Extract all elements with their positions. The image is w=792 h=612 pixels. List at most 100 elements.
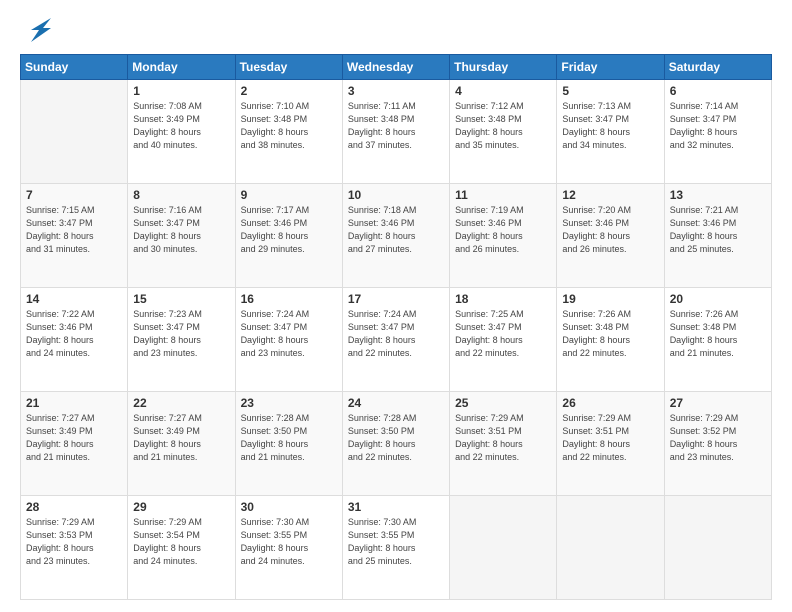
day-info: Sunrise: 7:19 AM Sunset: 3:46 PM Dayligh… [455,204,551,256]
day-info: Sunrise: 7:21 AM Sunset: 3:46 PM Dayligh… [670,204,766,256]
weekday-header-tuesday: Tuesday [235,55,342,80]
logo-icon [23,14,55,46]
day-number: 8 [133,188,229,202]
weekday-header-thursday: Thursday [450,55,557,80]
logo [20,18,55,46]
day-info: Sunrise: 7:27 AM Sunset: 3:49 PM Dayligh… [26,412,122,464]
calendar: SundayMondayTuesdayWednesdayThursdayFrid… [20,54,772,600]
calendar-cell: 17 Sunrise: 7:24 AM Sunset: 3:47 PM Dayli… [342,288,449,392]
day-number: 10 [348,188,444,202]
day-info: Sunrise: 7:16 AM Sunset: 3:47 PM Dayligh… [133,204,229,256]
day-number: 31 [348,500,444,514]
calendar-cell: 18Sunrise: 7:25 AM Sunset: 3:47 PM Dayli… [450,288,557,392]
day-number: 13 [670,188,766,202]
day-number: 29 [133,500,229,514]
week-row-2: 7Sunrise: 7:15 AM Sunset: 3:47 PM Daylig… [21,184,772,288]
calendar-cell: 19Sunrise: 7:26 AM Sunset: 3:48 PM Dayli… [557,288,664,392]
calendar-cell: 9Sunrise: 7:17 AM Sunset: 3:46 PM Daylig… [235,184,342,288]
calendar-cell: 11 Sunrise: 7:19 AM Sunset: 3:46 PM Dayli… [450,184,557,288]
day-number: 15 [133,292,229,306]
day-info: Sunrise: 7:18 AM Sunset: 3:46 PM Dayligh… [348,204,444,256]
calendar-cell: 28 Sunrise: 7:29 AM Sunset: 3:53 PM Dayli… [21,496,128,600]
calendar-cell: 3Sunrise: 7:11 AM Sunset: 3:48 PM Daylig… [342,80,449,184]
calendar-cell: 25Sunrise: 7:29 AM Sunset: 3:51 PM Dayli… [450,392,557,496]
calendar-cell: 16 Sunrise: 7:24 AM Sunset: 3:47 PM Dayli… [235,288,342,392]
day-info: Sunrise: 7:17 AM Sunset: 3:46 PM Dayligh… [241,204,337,256]
day-number: 22 [133,396,229,410]
calendar-cell [557,496,664,600]
day-number: 14 [26,292,122,306]
weekday-header-wednesday: Wednesday [342,55,449,80]
day-number: 16 [241,292,337,306]
day-info: Sunrise: 7:29 AM Sunset: 3:51 PM Dayligh… [562,412,658,464]
day-info: Sunrise: 7:29 AM Sunset: 3:52 PM Dayligh… [670,412,766,464]
day-number: 27 [670,396,766,410]
calendar-cell: 15 Sunrise: 7:23 AM Sunset: 3:47 PM Dayli… [128,288,235,392]
calendar-cell: 22 Sunrise: 7:27 AM Sunset: 3:49 PM Dayli… [128,392,235,496]
day-number: 21 [26,396,122,410]
day-number: 28 [26,500,122,514]
day-info: Sunrise: 7:30 AM Sunset: 3:55 PM Dayligh… [241,516,337,568]
calendar-cell: 20Sunrise: 7:26 AM Sunset: 3:48 PM Dayli… [664,288,771,392]
day-info: Sunrise: 7:12 AM Sunset: 3:48 PM Dayligh… [455,100,551,152]
week-row-5: 28 Sunrise: 7:29 AM Sunset: 3:53 PM Dayli… [21,496,772,600]
calendar-cell: 7Sunrise: 7:15 AM Sunset: 3:47 PM Daylig… [21,184,128,288]
day-info: Sunrise: 7:30 AM Sunset: 3:55 PM Dayligh… [348,516,444,568]
weekday-header-monday: Monday [128,55,235,80]
calendar-cell [664,496,771,600]
day-info: Sunrise: 7:24 AM Sunset: 3:47 PM Dayligh… [348,308,444,360]
calendar-cell: 26 Sunrise: 7:29 AM Sunset: 3:51 PM Dayli… [557,392,664,496]
calendar-cell: 27 Sunrise: 7:29 AM Sunset: 3:52 PM Dayli… [664,392,771,496]
day-number: 5 [562,84,658,98]
day-number: 18 [455,292,551,306]
day-info: Sunrise: 7:23 AM Sunset: 3:47 PM Dayligh… [133,308,229,360]
day-info: Sunrise: 7:28 AM Sunset: 3:50 PM Dayligh… [241,412,337,464]
calendar-cell: 30 Sunrise: 7:30 AM Sunset: 3:55 PM Dayli… [235,496,342,600]
header [20,18,772,46]
day-number: 23 [241,396,337,410]
day-info: Sunrise: 7:22 AM Sunset: 3:46 PM Dayligh… [26,308,122,360]
day-number: 24 [348,396,444,410]
calendar-cell: 1Sunrise: 7:08 AM Sunset: 3:49 PM Daylig… [128,80,235,184]
day-number: 11 [455,188,551,202]
calendar-cell: 6 Sunrise: 7:14 AM Sunset: 3:47 PM Daylig… [664,80,771,184]
week-row-4: 21 Sunrise: 7:27 AM Sunset: 3:49 PM Dayli… [21,392,772,496]
day-number: 26 [562,396,658,410]
calendar-cell: 23 Sunrise: 7:28 AM Sunset: 3:50 PM Dayli… [235,392,342,496]
day-info: Sunrise: 7:29 AM Sunset: 3:53 PM Dayligh… [26,516,122,568]
calendar-cell: 8 Sunrise: 7:16 AM Sunset: 3:47 PM Daylig… [128,184,235,288]
day-number: 19 [562,292,658,306]
page: SundayMondayTuesdayWednesdayThursdayFrid… [0,0,792,612]
day-info: Sunrise: 7:13 AM Sunset: 3:47 PM Dayligh… [562,100,658,152]
week-row-3: 14 Sunrise: 7:22 AM Sunset: 3:46 PM Dayli… [21,288,772,392]
day-info: Sunrise: 7:27 AM Sunset: 3:49 PM Dayligh… [133,412,229,464]
calendar-cell: 31 Sunrise: 7:30 AM Sunset: 3:55 PM Dayli… [342,496,449,600]
day-number: 30 [241,500,337,514]
calendar-cell: 5 Sunrise: 7:13 AM Sunset: 3:47 PM Daylig… [557,80,664,184]
calendar-cell: 24 Sunrise: 7:28 AM Sunset: 3:50 PM Dayli… [342,392,449,496]
day-info: Sunrise: 7:28 AM Sunset: 3:50 PM Dayligh… [348,412,444,464]
calendar-cell: 12Sunrise: 7:20 AM Sunset: 3:46 PM Dayli… [557,184,664,288]
day-info: Sunrise: 7:10 AM Sunset: 3:48 PM Dayligh… [241,100,337,152]
day-number: 1 [133,84,229,98]
weekday-header-saturday: Saturday [664,55,771,80]
day-info: Sunrise: 7:14 AM Sunset: 3:47 PM Dayligh… [670,100,766,152]
weekday-header-friday: Friday [557,55,664,80]
calendar-cell: 2Sunrise: 7:10 AM Sunset: 3:48 PM Daylig… [235,80,342,184]
calendar-cell: 14 Sunrise: 7:22 AM Sunset: 3:46 PM Dayli… [21,288,128,392]
calendar-cell [450,496,557,600]
weekday-header-row: SundayMondayTuesdayWednesdayThursdayFrid… [21,55,772,80]
calendar-cell: 21 Sunrise: 7:27 AM Sunset: 3:49 PM Dayli… [21,392,128,496]
day-info: Sunrise: 7:11 AM Sunset: 3:48 PM Dayligh… [348,100,444,152]
calendar-cell: 29Sunrise: 7:29 AM Sunset: 3:54 PM Dayli… [128,496,235,600]
day-info: Sunrise: 7:24 AM Sunset: 3:47 PM Dayligh… [241,308,337,360]
calendar-cell: 10 Sunrise: 7:18 AM Sunset: 3:46 PM Dayli… [342,184,449,288]
day-info: Sunrise: 7:20 AM Sunset: 3:46 PM Dayligh… [562,204,658,256]
calendar-cell: 4Sunrise: 7:12 AM Sunset: 3:48 PM Daylig… [450,80,557,184]
day-number: 6 [670,84,766,98]
day-info: Sunrise: 7:29 AM Sunset: 3:51 PM Dayligh… [455,412,551,464]
day-info: Sunrise: 7:26 AM Sunset: 3:48 PM Dayligh… [670,308,766,360]
weekday-header-sunday: Sunday [21,55,128,80]
day-number: 7 [26,188,122,202]
day-number: 17 [348,292,444,306]
